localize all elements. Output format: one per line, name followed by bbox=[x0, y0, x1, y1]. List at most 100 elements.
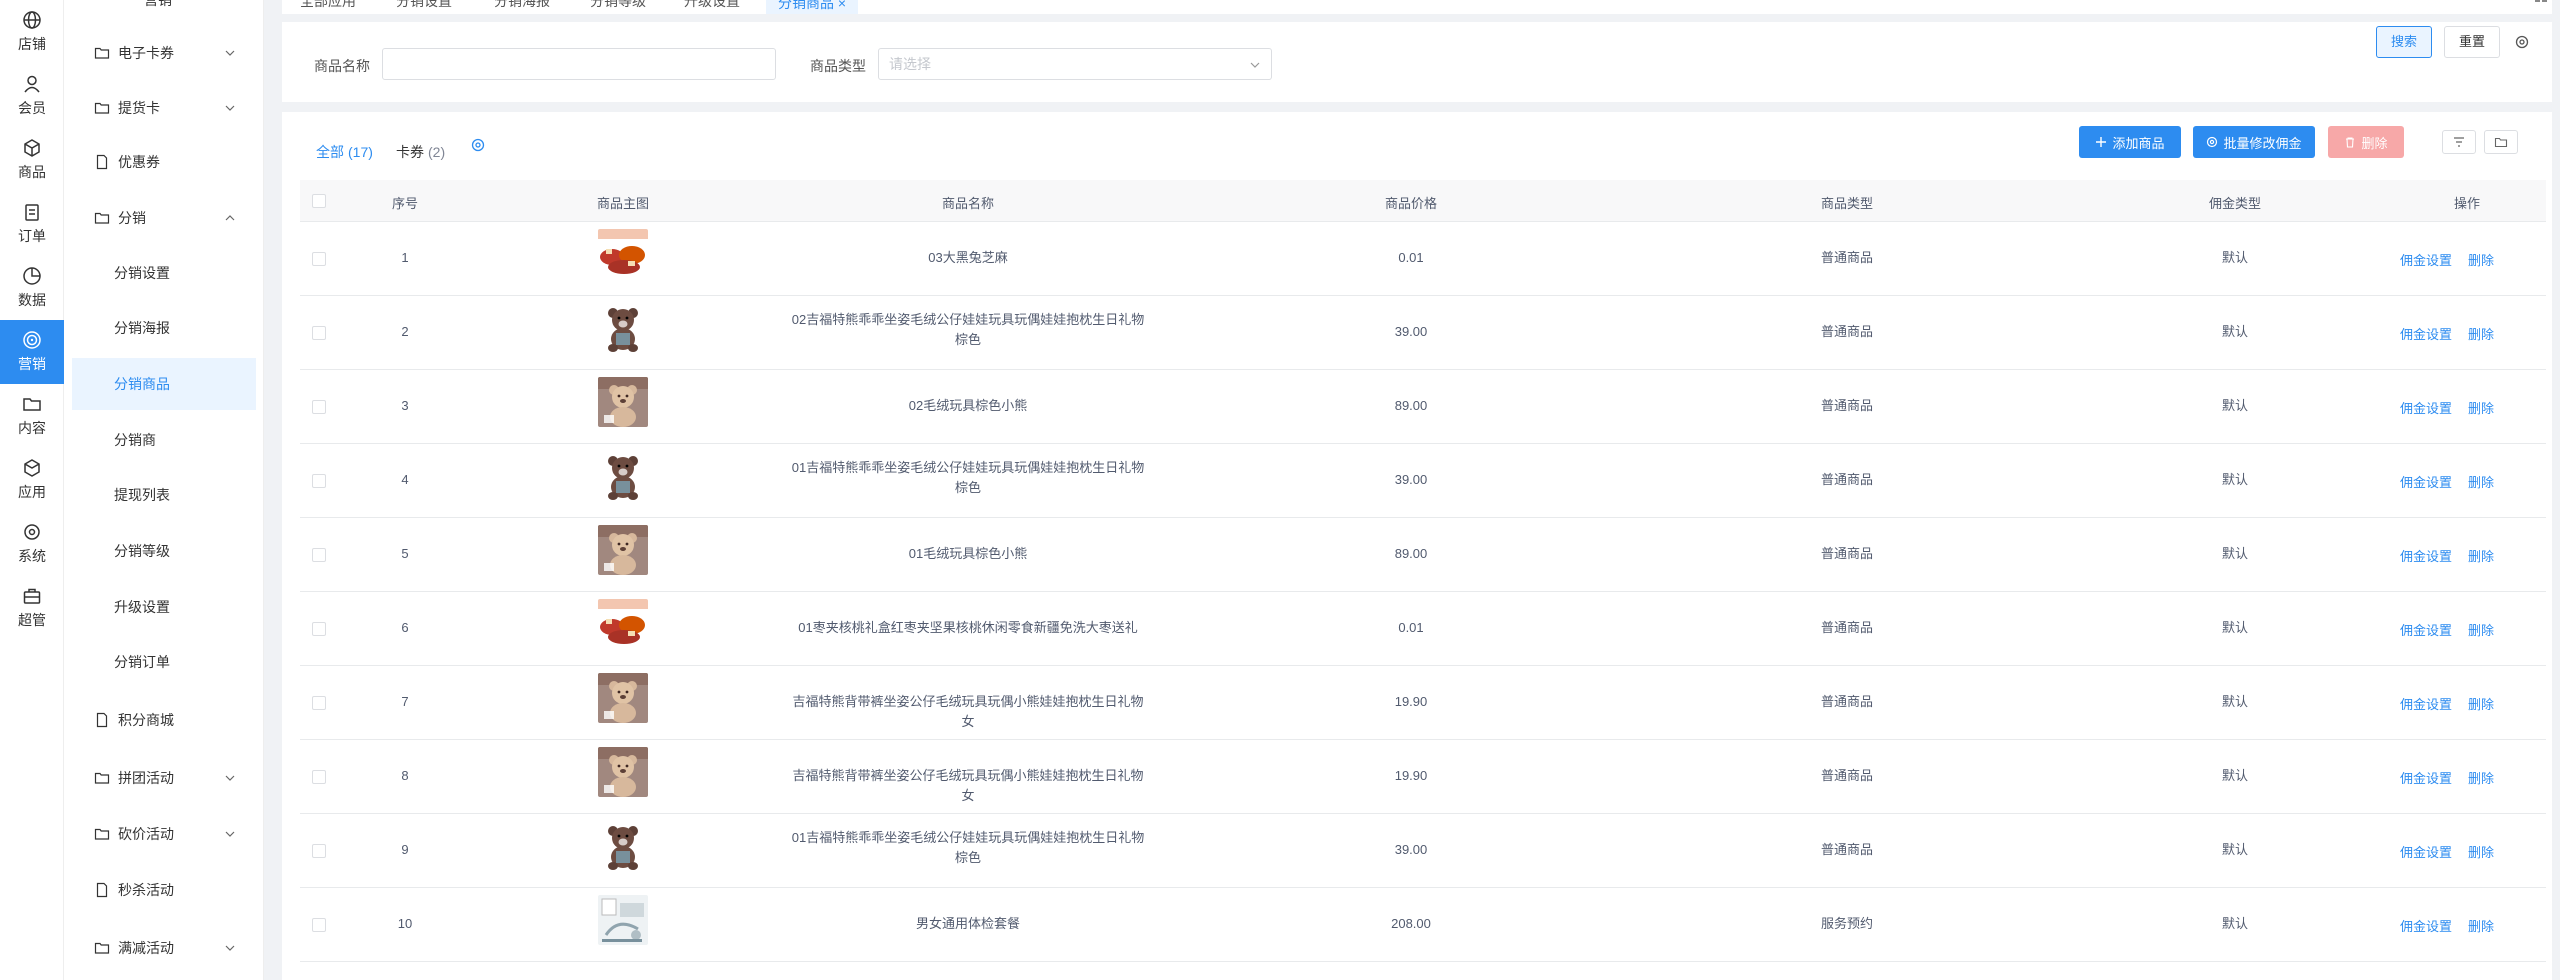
rail-item-3[interactable]: 订单 bbox=[0, 192, 64, 256]
product-name-input[interactable] bbox=[382, 48, 776, 80]
page-tab-1[interactable]: 分销设置 bbox=[396, 0, 452, 11]
product-price: 39.00 bbox=[1394, 472, 1428, 487]
header-price: 商品价格 bbox=[1384, 196, 1437, 211]
row-delete-link[interactable]: 删除 bbox=[2468, 546, 2494, 565]
submenu-item-15[interactable]: 秒杀活动 bbox=[72, 864, 256, 916]
row-delete-link[interactable]: 删除 bbox=[2468, 250, 2494, 269]
row-checkbox[interactable] bbox=[312, 326, 326, 340]
submenu-item-14[interactable]: 砍价活动 bbox=[72, 808, 256, 860]
row-checkbox[interactable] bbox=[312, 844, 326, 858]
row-checkbox[interactable] bbox=[312, 474, 326, 488]
product-thumbnail[interactable] bbox=[598, 525, 648, 575]
product-name-line: 吉福特熊背带裤坐姿公仔毛绒玩具玩偶小熊娃娃抱枕生日礼物女 bbox=[792, 694, 1144, 729]
submenu-item-0[interactable]: 电子卡券 bbox=[72, 27, 256, 79]
product-thumbnail[interactable] bbox=[598, 821, 648, 871]
rail-item-4[interactable]: 数据 bbox=[0, 256, 64, 320]
submenu-item-8[interactable]: 提现列表 bbox=[72, 469, 256, 521]
product-thumbnail[interactable] bbox=[598, 303, 648, 353]
row-delete-link[interactable]: 删除 bbox=[2468, 620, 2494, 639]
row-delete-link[interactable]: 删除 bbox=[2468, 398, 2494, 417]
tab-all[interactable]: 全部 (17) bbox=[316, 134, 373, 182]
page-tab-0[interactable]: 全部应用 bbox=[300, 0, 356, 11]
batch-commission-button[interactable]: 批量修改佣金 bbox=[2193, 126, 2315, 158]
rail-item-2[interactable]: 商品 bbox=[0, 128, 64, 192]
product-image bbox=[598, 303, 648, 353]
product-name: 男女通用体检套餐 bbox=[788, 914, 1148, 934]
page-tab-3[interactable]: 分销等级 bbox=[590, 0, 646, 11]
commission-settings-link[interactable]: 佣金设置 bbox=[2400, 324, 2452, 343]
product-thumbnail[interactable] bbox=[598, 895, 648, 945]
row-delete-link[interactable]: 删除 bbox=[2468, 324, 2494, 343]
row-checkbox[interactable] bbox=[312, 622, 326, 636]
page-tab-2[interactable]: 分销海报 bbox=[494, 0, 550, 11]
chevron-up-icon bbox=[225, 215, 235, 221]
row-checkbox[interactable] bbox=[312, 252, 326, 266]
row-checkbox[interactable] bbox=[312, 770, 326, 784]
commission-settings-link[interactable]: 佣金设置 bbox=[2400, 620, 2452, 639]
folder-button[interactable] bbox=[2484, 130, 2518, 154]
reset-button[interactable]: 重置 bbox=[2444, 26, 2500, 58]
product-thumbnail[interactable] bbox=[598, 377, 648, 427]
submenu-item-5[interactable]: 分销海报 bbox=[72, 302, 256, 354]
commission-settings-link[interactable]: 佣金设置 bbox=[2400, 768, 2452, 787]
row-delete-link[interactable]: 删除 bbox=[2468, 842, 2494, 861]
product-thumbnail[interactable] bbox=[598, 229, 648, 279]
rail-item-1[interactable]: 会员 bbox=[0, 64, 64, 128]
rail-label: 会员 bbox=[18, 100, 46, 116]
submenu-item-13[interactable]: 拼团活动 bbox=[72, 752, 256, 804]
row-delete-link[interactable]: 删除 bbox=[2468, 768, 2494, 787]
row-checkbox[interactable] bbox=[312, 400, 326, 414]
delete-button[interactable]: 删除 bbox=[2328, 126, 2404, 158]
product-thumbnail[interactable] bbox=[598, 747, 648, 797]
commission-settings-link[interactable]: 佣金设置 bbox=[2400, 916, 2452, 935]
row-checkbox[interactable] bbox=[312, 918, 326, 932]
rail-item-6[interactable]: 内容 bbox=[0, 384, 64, 448]
submenu-item-1[interactable]: 提货卡 bbox=[72, 82, 256, 134]
submenu-label: 分销订单 bbox=[114, 654, 170, 670]
rail-item-7[interactable]: 应用 bbox=[0, 448, 64, 512]
commission-settings-link[interactable]: 佣金设置 bbox=[2400, 250, 2452, 269]
rail-item-9[interactable]: 超管 bbox=[0, 576, 64, 640]
filter-icon bbox=[2454, 137, 2464, 147]
submenu-item-6[interactable]: 分销商品 bbox=[72, 358, 256, 410]
add-product-button[interactable]: 添加商品 bbox=[2079, 126, 2181, 158]
rail-item-0[interactable]: 店铺 bbox=[0, 0, 64, 64]
tab-settings-gear-icon[interactable] bbox=[470, 137, 486, 153]
tab-coupon[interactable]: 卡券 (2) bbox=[396, 134, 445, 182]
product-type-select[interactable]: 请选择 bbox=[878, 48, 1272, 80]
gear-icon[interactable] bbox=[2514, 34, 2530, 50]
submenu-item-9[interactable]: 分销等级 bbox=[72, 525, 256, 577]
submenu-item-16[interactable]: 满减活动 bbox=[72, 922, 256, 974]
submenu-item-2[interactable]: 优惠券 bbox=[72, 136, 256, 188]
column-filter-button[interactable] bbox=[2442, 130, 2476, 154]
submenu-item-4[interactable]: 分销设置 bbox=[72, 247, 256, 299]
commission-settings-link[interactable]: 佣金设置 bbox=[2400, 842, 2452, 861]
product-image bbox=[598, 895, 648, 945]
product-thumbnail[interactable] bbox=[598, 673, 648, 723]
row-delete-link[interactable]: 删除 bbox=[2468, 916, 2494, 935]
submenu-item-7[interactable]: 分销商 bbox=[72, 414, 256, 466]
search-button[interactable]: 搜索 bbox=[2376, 26, 2432, 58]
page-tab-5[interactable]: 分销商品 × bbox=[766, 0, 859, 14]
row-checkbox[interactable] bbox=[312, 548, 326, 562]
row-checkbox[interactable] bbox=[312, 696, 326, 710]
grid-icon[interactable] bbox=[2534, 0, 2548, 10]
product-thumbnail[interactable] bbox=[598, 599, 648, 649]
submenu-item-3[interactable]: 分销 bbox=[72, 192, 256, 244]
product-thumbnail[interactable] bbox=[598, 451, 648, 501]
page-tab-4[interactable]: 升级设置 bbox=[684, 0, 740, 11]
submenu-item-10[interactable]: 升级设置 bbox=[72, 581, 256, 633]
submenu-item-12[interactable]: 积分商城 bbox=[72, 694, 256, 746]
submenu-item-11[interactable]: 分销订单 bbox=[72, 636, 256, 688]
table-row: 1 03大黑兔芝麻 0.01 普通商品 默认 佣金设置 删除 bbox=[300, 222, 2546, 296]
select-all-checkbox[interactable] bbox=[312, 194, 326, 208]
row-delete-link[interactable]: 删除 bbox=[2468, 694, 2494, 713]
commission-settings-link[interactable]: 佣金设置 bbox=[2400, 398, 2452, 417]
rail-item-8[interactable]: 系统 bbox=[0, 512, 64, 576]
commission-settings-link[interactable]: 佣金设置 bbox=[2400, 546, 2452, 565]
rail-item-5[interactable]: 营销 bbox=[0, 320, 64, 384]
row-delete-link[interactable]: 删除 bbox=[2468, 472, 2494, 491]
chevron-down-icon bbox=[225, 945, 235, 951]
commission-settings-link[interactable]: 佣金设置 bbox=[2400, 694, 2452, 713]
commission-settings-link[interactable]: 佣金设置 bbox=[2400, 472, 2452, 491]
